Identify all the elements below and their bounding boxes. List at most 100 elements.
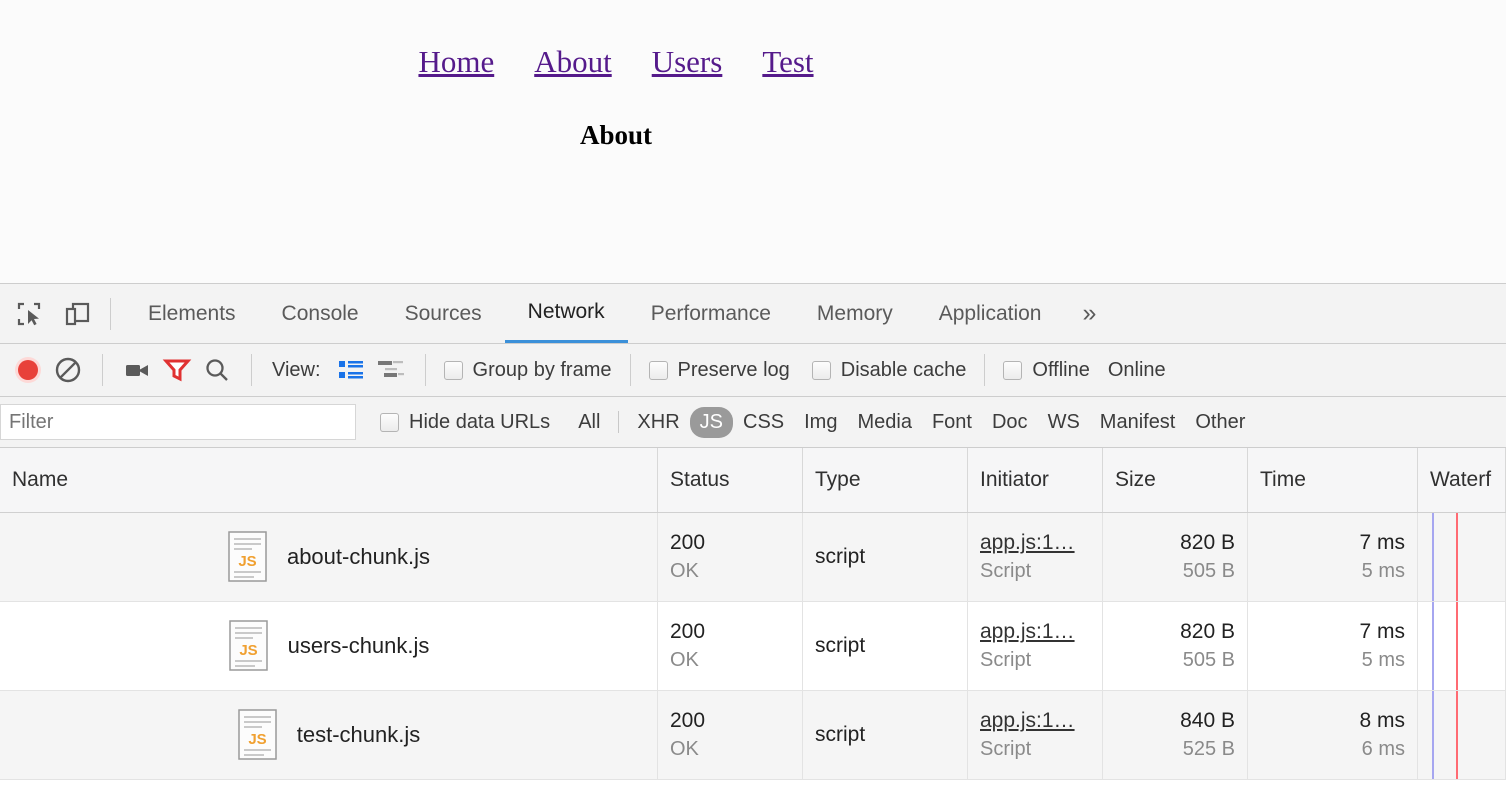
checkbox-box xyxy=(444,361,463,380)
filter-icon[interactable] xyxy=(157,350,197,390)
tab-performance[interactable]: Performance xyxy=(628,284,794,343)
status-code: 200 xyxy=(670,707,790,735)
column-header-time[interactable]: Time xyxy=(1248,448,1418,512)
table-row[interactable]: JS about-chunk.js 200 OK script app.js:1… xyxy=(0,513,1506,602)
table-row[interactable]: JS users-chunk.js 200 OK script app.js:1… xyxy=(0,602,1506,691)
tab-network[interactable]: Network xyxy=(505,284,628,343)
cell-size: 820 B 505 B xyxy=(1103,513,1248,601)
checkbox-box xyxy=(1003,361,1022,380)
checkbox-box xyxy=(649,361,668,380)
js-file-icon: JS xyxy=(237,709,279,761)
record-icon[interactable] xyxy=(8,350,48,390)
cell-name[interactable]: JS about-chunk.js xyxy=(0,513,658,601)
latency-time: 6 ms xyxy=(1362,736,1405,763)
type-filter-doc[interactable]: Doc xyxy=(982,407,1038,438)
nav-link-users[interactable]: Users xyxy=(652,44,723,79)
type-filter-css[interactable]: CSS xyxy=(733,407,794,438)
request-name: test-chunk.js xyxy=(297,722,421,748)
more-tabs-icon[interactable]: » xyxy=(1064,284,1114,343)
cell-type: script xyxy=(803,691,968,779)
cell-waterfall xyxy=(1418,602,1506,690)
search-icon[interactable] xyxy=(197,350,237,390)
cell-initiator: app.js:1… Script xyxy=(968,602,1103,690)
latency-time: 5 ms xyxy=(1362,647,1405,674)
offline-label: Offline xyxy=(1032,359,1089,382)
hide-data-urls-label: Hide data URLs xyxy=(409,411,550,434)
table-header-row: Name Status Type Initiator Size Time Wat… xyxy=(0,448,1506,513)
toolbar-divider xyxy=(251,354,252,386)
resource-size: 525 B xyxy=(1183,736,1235,763)
type-filter-img[interactable]: Img xyxy=(794,407,847,438)
resource-size: 505 B xyxy=(1183,647,1235,674)
column-header-type[interactable]: Type xyxy=(803,448,968,512)
toolbar-divider xyxy=(425,354,426,386)
nav-link-about[interactable]: About xyxy=(534,44,612,79)
initiator-type: Script xyxy=(980,558,1090,585)
column-header-status[interactable]: Status xyxy=(658,448,803,512)
cell-type: script xyxy=(803,513,968,601)
disable-cache-label: Disable cache xyxy=(841,359,967,382)
column-header-waterfall[interactable]: Waterf xyxy=(1418,448,1506,512)
network-filter-bar: Hide data URLs All XHR JS CSS Img Media … xyxy=(0,397,1506,448)
type-filter-other[interactable]: Other xyxy=(1185,407,1255,438)
filter-input[interactable] xyxy=(0,404,356,440)
tab-elements[interactable]: Elements xyxy=(125,284,259,343)
clear-icon[interactable] xyxy=(48,350,88,390)
filter-divider xyxy=(618,411,619,433)
type-filter-font[interactable]: Font xyxy=(922,407,982,438)
group-by-frame-label: Group by frame xyxy=(473,359,612,382)
cell-name[interactable]: JS test-chunk.js xyxy=(0,691,658,779)
status-text: OK xyxy=(670,558,790,585)
status-text: OK xyxy=(670,647,790,674)
column-header-initiator[interactable]: Initiator xyxy=(968,448,1103,512)
tab-console[interactable]: Console xyxy=(259,284,382,343)
type-filter-manifest[interactable]: Manifest xyxy=(1090,407,1186,438)
total-time: 7 ms xyxy=(1359,529,1405,557)
svg-text:JS: JS xyxy=(238,553,256,570)
network-request-table: Name Status Type Initiator Size Time Wat… xyxy=(0,448,1506,810)
tab-application[interactable]: Application xyxy=(916,284,1065,343)
throttling-select[interactable]: Online xyxy=(1108,359,1166,382)
initiator-link[interactable]: app.js:1… xyxy=(980,618,1090,646)
initiator-type: Script xyxy=(980,736,1090,763)
nav-link-home[interactable]: Home xyxy=(418,44,494,79)
tab-memory[interactable]: Memory xyxy=(794,284,916,343)
load-event-marker xyxy=(1456,602,1458,690)
preserve-log-checkbox[interactable]: Preserve log xyxy=(649,359,790,382)
type-filter-all[interactable]: All xyxy=(568,407,610,438)
waterfall-view-icon[interactable] xyxy=(371,350,411,390)
transfer-size: 840 B xyxy=(1180,707,1235,735)
column-header-size[interactable]: Size xyxy=(1103,448,1248,512)
cell-status: 200 OK xyxy=(658,602,803,690)
offline-checkbox[interactable]: Offline xyxy=(1003,359,1089,382)
toolbar-divider xyxy=(110,298,111,330)
list-view-icon[interactable] xyxy=(331,350,371,390)
initiator-link[interactable]: app.js:1… xyxy=(980,707,1090,735)
latency-time: 5 ms xyxy=(1362,558,1405,585)
hide-data-urls-checkbox[interactable]: Hide data URLs xyxy=(380,411,550,434)
request-type: script xyxy=(815,543,955,571)
cell-time: 7 ms 5 ms xyxy=(1248,513,1418,601)
initiator-link[interactable]: app.js:1… xyxy=(980,529,1090,557)
dom-content-loaded-marker xyxy=(1432,513,1434,601)
group-by-frame-checkbox[interactable]: Group by frame xyxy=(444,359,612,382)
type-filter-xhr[interactable]: XHR xyxy=(627,407,689,438)
cell-initiator: app.js:1… Script xyxy=(968,691,1103,779)
nav-link-test[interactable]: Test xyxy=(762,44,813,79)
column-header-name[interactable]: Name xyxy=(0,448,658,512)
tab-sources[interactable]: Sources xyxy=(382,284,505,343)
table-row[interactable]: JS test-chunk.js 200 OK script app.js:1…… xyxy=(0,691,1506,780)
dom-content-loaded-marker xyxy=(1432,691,1434,779)
request-type: script xyxy=(815,632,955,660)
cell-name[interactable]: JS users-chunk.js xyxy=(0,602,658,690)
device-toolbar-icon[interactable] xyxy=(58,295,96,333)
disable-cache-checkbox[interactable]: Disable cache xyxy=(812,359,967,382)
cell-waterfall xyxy=(1418,691,1506,779)
camera-icon[interactable] xyxy=(117,350,157,390)
rendered-page: HomeAboutUsersTest About xyxy=(0,0,1506,283)
type-filter-ws[interactable]: WS xyxy=(1038,407,1090,438)
toolbar-divider xyxy=(102,354,103,386)
type-filter-media[interactable]: Media xyxy=(847,407,921,438)
inspect-element-icon[interactable] xyxy=(10,295,48,333)
type-filter-js[interactable]: JS xyxy=(690,407,733,438)
